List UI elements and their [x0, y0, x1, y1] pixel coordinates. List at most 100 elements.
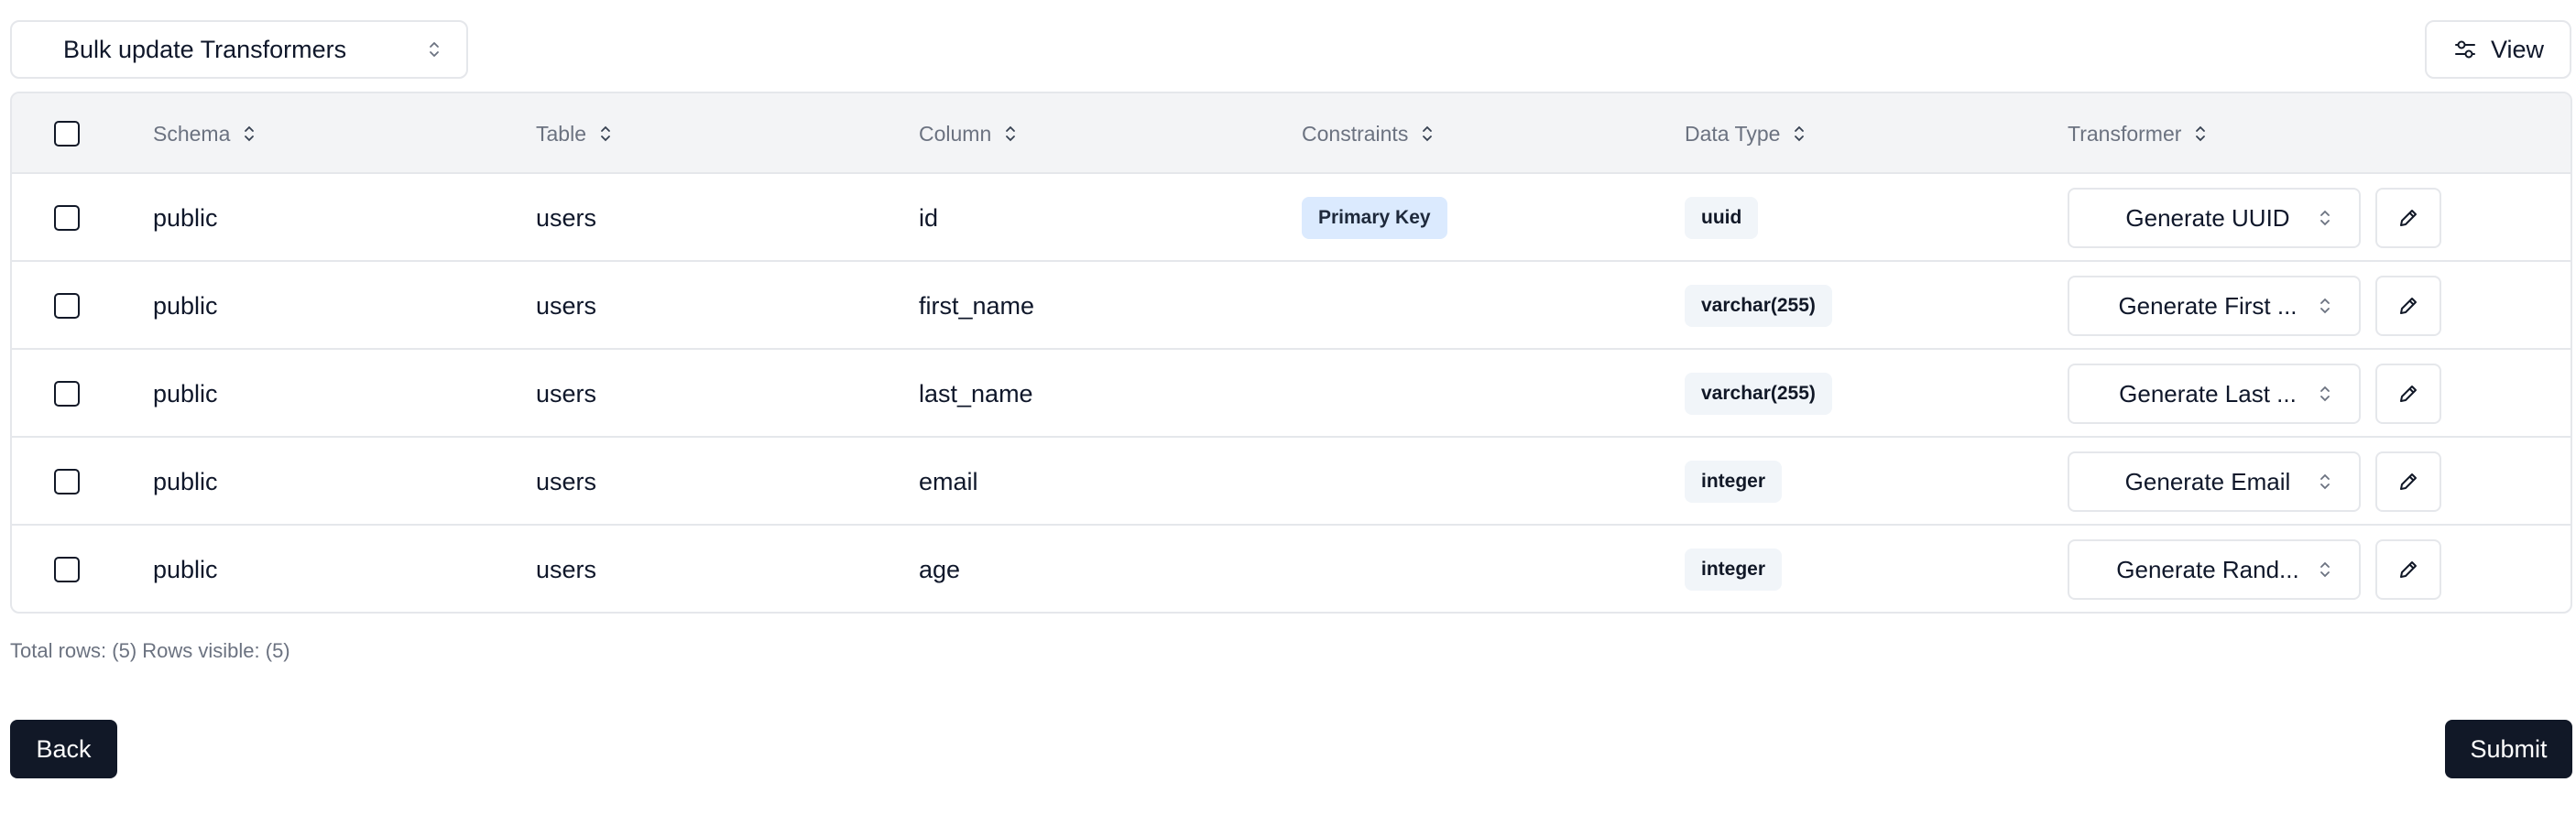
data-type-badge: varchar(255) — [1685, 285, 1832, 327]
view-label: View — [2490, 35, 2545, 63]
row-checkbox[interactable] — [54, 205, 80, 231]
data-type-cell: varchar(255) — [1685, 262, 1832, 350]
sort-icon — [1421, 124, 1434, 144]
sort-icon — [1793, 124, 1806, 144]
chevron-up-down-icon — [2319, 296, 2331, 316]
row-select-cell — [54, 438, 80, 526]
sliders-icon — [2452, 37, 2478, 62]
select-all-checkbox[interactable] — [54, 121, 80, 147]
transformer-select-label: Generate Rand... — [2116, 555, 2299, 583]
select-all-cell — [54, 93, 80, 174]
table-cell: users — [536, 555, 597, 583]
table-row: public users last_name varchar(255) Gene… — [12, 350, 2571, 438]
header-data-type-label: Data Type — [1685, 121, 1781, 146]
header-transformer-label: Transformer — [2068, 121, 2182, 146]
transformer-select-label: Generate UUID — [2125, 203, 2290, 232]
schema-cell: public — [153, 467, 218, 495]
edit-transformer-button[interactable] — [2375, 451, 2441, 512]
header-transformer[interactable]: Transformer — [2068, 93, 2207, 174]
column-cell: email — [919, 467, 978, 495]
chevron-up-down-icon — [2319, 472, 2331, 492]
row-select-cell — [54, 526, 80, 612]
transformer-cell: Generate Rand... — [2068, 526, 2441, 612]
table-row: public users age integer Generate Rand..… — [12, 526, 2571, 612]
back-button[interactable]: Back — [10, 720, 117, 778]
header-data-type[interactable]: Data Type — [1685, 93, 1806, 174]
sort-icon — [599, 124, 612, 144]
transformer-select[interactable]: Generate UUID — [2068, 188, 2361, 248]
rows-summary: Total rows: (5) Rows visible: (5) — [10, 639, 290, 662]
chevron-up-down-icon — [2319, 208, 2331, 228]
transformer-select-label: Generate First ... — [2118, 291, 2298, 320]
edit-transformer-button[interactable] — [2375, 364, 2441, 424]
row-checkbox[interactable] — [54, 557, 80, 582]
row-select-cell — [54, 174, 80, 262]
column-cell: id — [919, 203, 939, 232]
data-type-cell: uuid — [1685, 174, 1759, 262]
primary-key-badge: Primary Key — [1302, 197, 1447, 239]
transformer-cell: Generate First ... — [2068, 262, 2441, 350]
data-type-badge: integer — [1685, 461, 1783, 503]
row-checkbox[interactable] — [54, 381, 80, 407]
table-row: public users first_name varchar(255) Gen… — [12, 262, 2571, 350]
transformer-select-label: Generate Email — [2124, 467, 2291, 495]
data-type-cell: varchar(255) — [1685, 350, 1832, 438]
chevron-up-down-icon — [2319, 384, 2331, 404]
chevron-up-down-icon — [428, 39, 441, 60]
transformer-select[interactable]: Generate First ... — [2068, 276, 2361, 336]
submit-button[interactable]: Submit — [2445, 720, 2572, 778]
table-header: Schema Table Column Constraints Data Typ… — [12, 93, 2571, 174]
data-type-badge: varchar(255) — [1685, 373, 1832, 415]
table-row: public users id Primary Key uuid Generat… — [12, 174, 2571, 262]
row-select-cell — [54, 350, 80, 438]
edit-transformer-button[interactable] — [2375, 276, 2441, 336]
schema-cell: public — [153, 203, 218, 232]
bulk-update-label: Bulk update Transformers — [63, 35, 347, 63]
data-type-cell: integer — [1685, 438, 1783, 526]
table-cell: users — [536, 291, 597, 320]
schema-cell: public — [153, 555, 218, 583]
schema-cell: public — [153, 379, 218, 408]
header-table[interactable]: Table — [536, 93, 612, 174]
header-table-label: Table — [536, 121, 586, 146]
row-select-cell — [54, 262, 80, 350]
pencil-icon — [2397, 559, 2419, 581]
table-cell: users — [536, 467, 597, 495]
transformer-cell: Generate UUID — [2068, 174, 2441, 262]
pencil-icon — [2397, 295, 2419, 317]
transformer-select-label: Generate Last ... — [2119, 379, 2297, 408]
pencil-icon — [2397, 383, 2419, 405]
edit-transformer-button[interactable] — [2375, 188, 2441, 248]
header-column[interactable]: Column — [919, 93, 1017, 174]
column-cell: last_name — [919, 379, 1033, 408]
bulk-update-transformers-select[interactable]: Bulk update Transformers — [10, 20, 468, 79]
sort-icon — [1004, 124, 1017, 144]
header-schema[interactable]: Schema — [153, 93, 256, 174]
edit-transformer-button[interactable] — [2375, 539, 2441, 600]
header-column-label: Column — [919, 121, 992, 146]
pencil-icon — [2397, 471, 2419, 493]
row-checkbox[interactable] — [54, 293, 80, 319]
pencil-icon — [2397, 207, 2419, 229]
constraints-cell: Primary Key — [1302, 174, 1447, 262]
table-cell: users — [536, 379, 597, 408]
table-row: public users email integer Generate Emai… — [12, 438, 2571, 526]
data-type-cell: integer — [1685, 526, 1783, 612]
header-constraints-label: Constraints — [1302, 121, 1409, 146]
chevron-up-down-icon — [2319, 560, 2331, 580]
view-options-button[interactable]: View — [2425, 20, 2571, 79]
table-cell: users — [536, 203, 597, 232]
data-type-badge: uuid — [1685, 197, 1759, 239]
transformer-cell: Generate Last ... — [2068, 350, 2441, 438]
sort-icon — [2194, 124, 2207, 144]
sort-icon — [243, 124, 256, 144]
column-cell: first_name — [919, 291, 1035, 320]
column-cell: age — [919, 555, 961, 583]
transformer-select[interactable]: Generate Last ... — [2068, 364, 2361, 424]
header-schema-label: Schema — [153, 121, 231, 146]
header-constraints[interactable]: Constraints — [1302, 93, 1434, 174]
transformer-select[interactable]: Generate Rand... — [2068, 539, 2361, 600]
transformer-select[interactable]: Generate Email — [2068, 451, 2361, 512]
schema-table: Schema Table Column Constraints Data Typ… — [10, 92, 2572, 614]
row-checkbox[interactable] — [54, 469, 80, 494]
